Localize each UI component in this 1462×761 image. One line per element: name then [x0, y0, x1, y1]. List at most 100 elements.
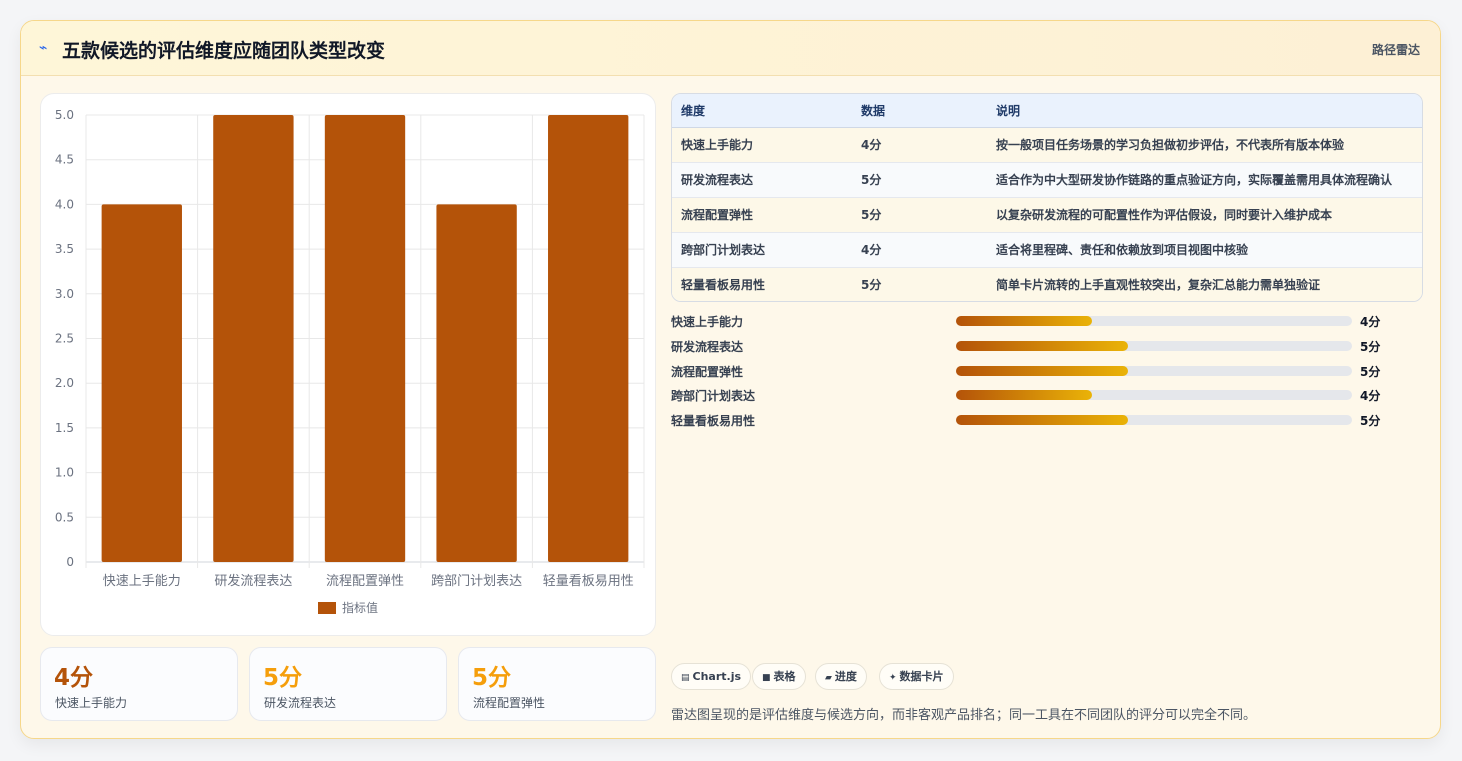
bar-chart-panel: 0 0.5 1.0 1.5 2.0 2.5 3.0 3.5 4.0 4.5 5.0 快速上手能力 研发流… — [40, 93, 656, 636]
x-tick-label: 研发流程表达 — [214, 573, 292, 589]
chip-progress[interactable]: ▰ 进度 — [815, 663, 867, 690]
table-cell: 适合作为中大型研发协作链路的重点验证方向，实际覆盖需用具体流程确认 — [987, 162, 1422, 198]
dimension-table: 维度 数据 说明 快速上手能力 4分 按一般项目任务场景的学习负担做初步评估，不… — [671, 93, 1423, 302]
y-tick-label: 0 — [66, 555, 74, 569]
page-title: 五款候选的评估维度应随团队类型改变 — [62, 40, 386, 62]
progress-fill — [956, 390, 1093, 401]
table-row: 快速上手能力 4分 按一般项目任务场景的学习负担做初步评估，不代表所有版本体验 — [672, 127, 1422, 163]
progress-value: 4分 — [1360, 389, 1381, 404]
x-tick-label: 快速上手能力 — [103, 574, 181, 589]
chip-label: 数据卡片 — [899, 670, 944, 683]
chart-icon: ▤ — [681, 673, 690, 683]
column-header: 维度 — [672, 94, 852, 128]
table-cell: 4分 — [852, 127, 987, 163]
progress-label: 流程配置弹性 — [671, 364, 744, 379]
legend-swatch — [318, 602, 336, 614]
progress-list: 快速上手能力 4分 研发流程表达 5分 流程配置弹性 5分 跨部门计划表达 4分… — [671, 311, 1423, 435]
progress-track — [956, 340, 1352, 351]
kpi-label: 研发流程表达 — [264, 696, 337, 710]
table-row: 流程配置弹性 5分 以复杂研发流程的可配置性作为评估假设，同时要计入维护成本 — [672, 197, 1422, 233]
progress-label: 研发流程表达 — [671, 339, 744, 354]
x-tick-label: 跨部门计划表达 — [431, 574, 522, 589]
footnote: 雷达图呈现的是评估维度与候选方向，而非客观产品排名；同一工具在不同团队的评分可以… — [671, 708, 1257, 723]
table-cell: 4分 — [852, 232, 987, 268]
progress-track — [956, 316, 1352, 326]
x-tick-label: 轻量看板易用性 — [543, 573, 634, 589]
y-tick-label: 4.5 — [55, 153, 74, 167]
y-tick-label: 0.5 — [55, 510, 74, 524]
kpi-card: 4分 快速上手能力 — [40, 647, 238, 721]
y-tick-label: 3.5 — [55, 242, 74, 256]
progress-row: 研发流程表达 5分 — [671, 336, 1423, 361]
dashboard-card: ⌁ 五款候选的评估维度应随团队类型改变 路径雷达 0 0.5 1.0 1.5 2.0 2.… — [20, 20, 1441, 739]
kpi-card: 5分 流程配置弹性 — [458, 647, 656, 721]
table-cell: 5分 — [852, 267, 987, 301]
x-tick-label: 流程配置弹性 — [326, 574, 404, 589]
column-header: 数据 — [852, 94, 987, 128]
table-cell: 5分 — [852, 162, 987, 198]
table-cell: 适合将里程碑、责任和依赖放到项目视图中核验 — [987, 232, 1422, 268]
table-cell: 流程配置弹性 — [672, 197, 852, 233]
y-tick-label: 1.5 — [55, 421, 74, 435]
y-tick-label: 2.0 — [55, 376, 74, 390]
table-cell: 轻量看板易用性 — [672, 267, 852, 301]
chip-data-card[interactable]: ✦ 数据卡片 — [879, 663, 954, 690]
bar — [101, 204, 182, 562]
kpi-card: 5分 研发流程表达 — [249, 647, 447, 721]
y-tick-label: 4.0 — [55, 197, 74, 211]
table-cell: 研发流程表达 — [672, 162, 852, 198]
progress-icon: ▰ — [825, 673, 832, 683]
chip-chartjs[interactable]: ▤ Chart.js — [671, 663, 752, 690]
table-cell: 简单卡片流转的上手直观性较突出，复杂汇总能力需单独验证 — [987, 267, 1422, 301]
bar — [436, 204, 517, 562]
progress-track — [956, 415, 1352, 426]
bar-chart: 0 0.5 1.0 1.5 2.0 2.5 3.0 3.5 4.0 4.5 5.0 快速上手能力 研发流… — [55, 108, 645, 615]
progress-label: 轻量看板易用性 — [671, 414, 756, 429]
progress-fill — [956, 415, 1128, 426]
table-row: 研发流程表达 5分 适合作为中大型研发协作链路的重点验证方向，实际覆盖需用具体流… — [672, 162, 1422, 198]
progress-row: 轻量看板易用性 5分 — [671, 410, 1423, 435]
table-header-row: 维度 数据 说明 — [672, 94, 1422, 128]
progress-value: 5分 — [1360, 339, 1381, 354]
table-cell: 以复杂研发流程的可配置性作为评估假设，同时要计入维护成本 — [987, 197, 1422, 233]
chip-label: Chart.js — [692, 670, 742, 683]
bar — [324, 115, 406, 562]
table-row: 轻量看板易用性 5分 简单卡片流转的上手直观性较突出，复杂汇总能力需单独验证 — [672, 267, 1422, 301]
chip-label: 进度 — [834, 670, 857, 683]
progress-row: 流程配置弹性 5分 — [671, 361, 1423, 386]
kpi-value: 5分 — [472, 665, 512, 691]
progress-row: 快速上手能力 4分 — [671, 311, 1423, 336]
progress-fill — [956, 365, 1128, 376]
table-icon: ■ — [762, 673, 771, 683]
column-header: 说明 — [987, 94, 1422, 128]
sparkle-icon: ✦ — [889, 673, 897, 683]
wave-icon: ⌁ — [39, 40, 48, 56]
chip-label: 表格 — [773, 670, 796, 683]
progress-row: 跨部门计划表达 4分 — [671, 385, 1423, 410]
bar — [548, 115, 629, 562]
kpi-value: 4分 — [54, 665, 94, 691]
y-tick-label: 5.0 — [55, 108, 74, 122]
chip-table[interactable]: ■ 表格 — [752, 663, 806, 690]
y-tick-label: 1.0 — [55, 466, 74, 480]
table-cell: 快速上手能力 — [672, 127, 852, 163]
progress-label: 跨部门计划表达 — [671, 389, 756, 404]
progress-track — [956, 390, 1352, 401]
table-cell: 按一般项目任务场景的学习负担做初步评估，不代表所有版本体验 — [987, 127, 1422, 163]
kpi-cards: 4分 快速上手能力 5分 研发流程表达 5分 流程配置弹性 — [40, 647, 656, 721]
kpi-value: 5分 — [263, 665, 303, 691]
header-tag: 路径雷达 — [1371, 43, 1420, 57]
table-cell: 跨部门计划表达 — [672, 232, 852, 268]
kpi-label: 快速上手能力 — [55, 696, 128, 710]
progress-fill — [956, 316, 1093, 326]
progress-value: 4分 — [1360, 315, 1381, 329]
progress-label: 快速上手能力 — [671, 315, 744, 329]
progress-value: 5分 — [1360, 414, 1381, 429]
progress-fill — [956, 340, 1128, 351]
table-cell: 5分 — [852, 197, 987, 233]
table-row: 跨部门计划表达 4分 适合将里程碑、责任和依赖放到项目视图中核验 — [672, 232, 1422, 268]
kpi-label: 流程配置弹性 — [473, 696, 546, 710]
legend-label: 指标值 — [342, 600, 378, 615]
y-tick-label: 3.0 — [55, 287, 74, 301]
progress-track — [956, 365, 1352, 376]
